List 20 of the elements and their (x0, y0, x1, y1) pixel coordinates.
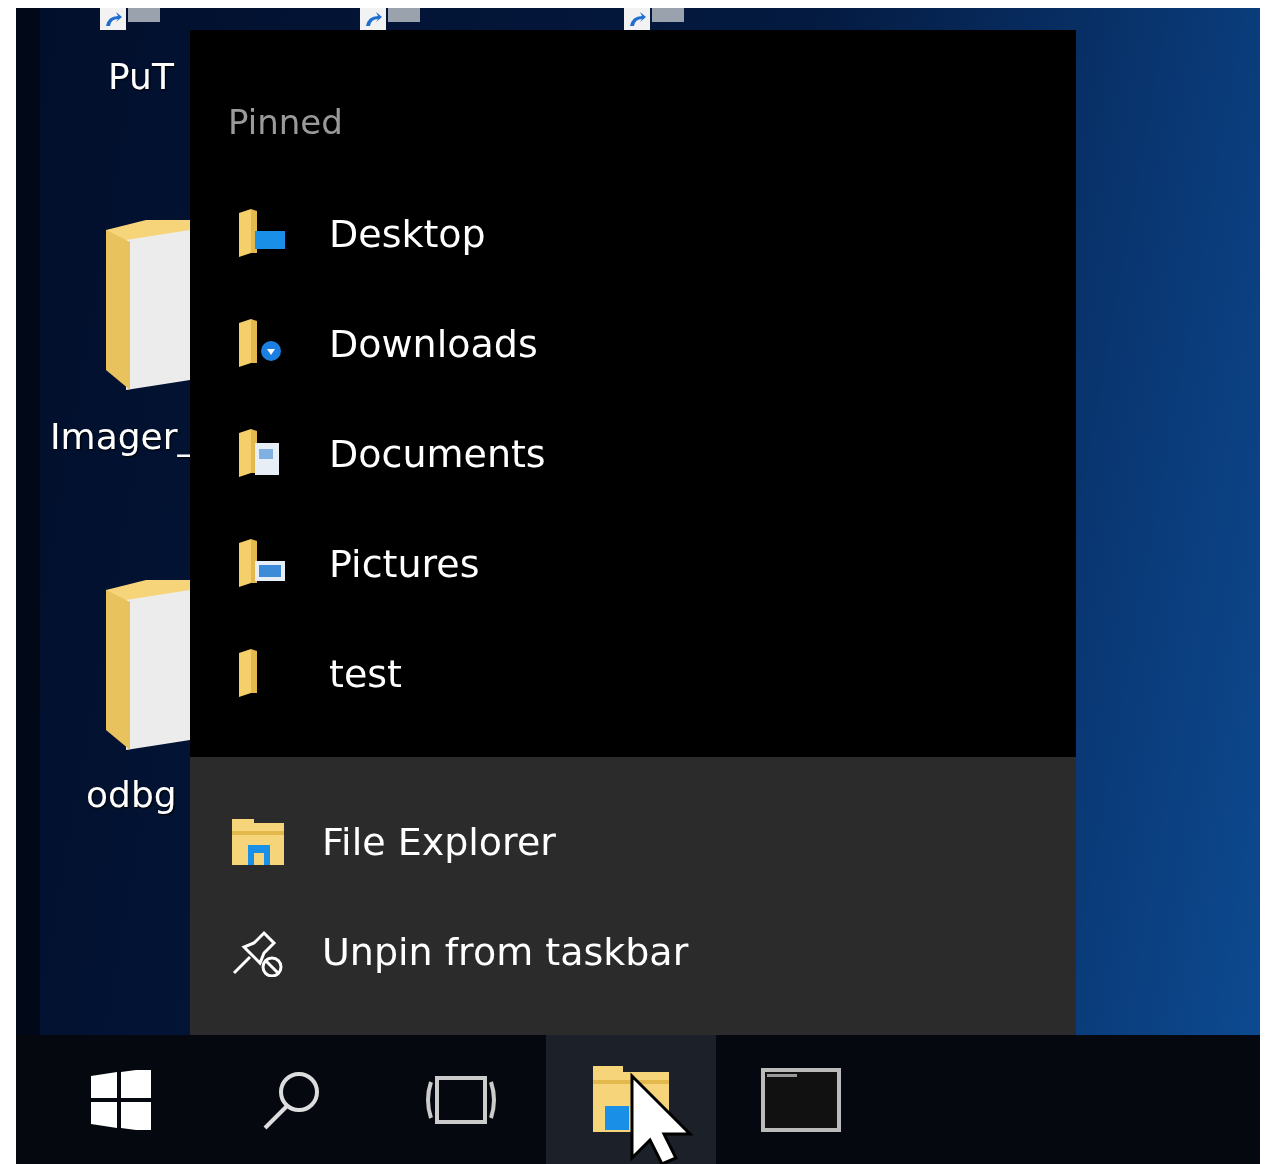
jump-list-item[interactable]: test (190, 619, 1076, 729)
desktop-icon-label[interactable]: odbg (86, 768, 177, 822)
jump-list-item[interactable]: Downloads (190, 289, 1076, 399)
jump-list-item[interactable]: File Explorer (190, 787, 1076, 897)
terminal-icon (761, 1067, 841, 1132)
shortcut-icon[interactable] (100, 8, 160, 30)
desktop-icon-label[interactable]: PuT (108, 50, 174, 104)
jump-list-item[interactable]: Desktop (190, 179, 1076, 289)
folder-icon[interactable] (106, 580, 190, 750)
section-title: Pinned (227, 101, 344, 144)
shortcut-icon[interactable] (360, 8, 420, 30)
windows-logo-icon (91, 1069, 151, 1130)
folder-icon[interactable] (106, 220, 190, 390)
shortcut-icon[interactable] (624, 8, 684, 30)
file-explorer-icon (230, 817, 286, 867)
folder-icon (237, 649, 259, 699)
jump-list-item[interactable]: Documents (190, 399, 1076, 509)
search-icon (261, 1069, 321, 1130)
jump-list-item[interactable]: Unpin from taskbar (190, 897, 1076, 1007)
jump-list-item[interactable]: Pictures (190, 509, 1076, 619)
